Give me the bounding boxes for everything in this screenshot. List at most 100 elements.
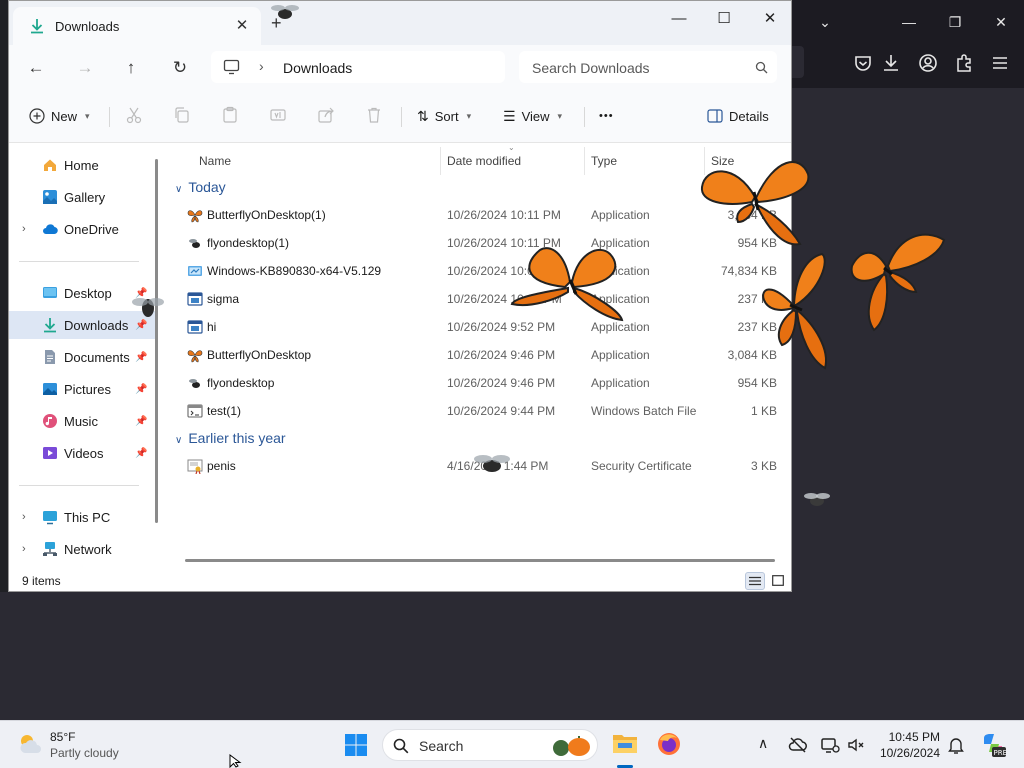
browser-restore-button[interactable]: ❐ [942, 10, 968, 34]
taskbar-search-box[interactable]: Search [382, 729, 598, 761]
copilot-icon[interactable]: PRE [980, 732, 1006, 758]
browser-minimize-button[interactable]: — [896, 10, 922, 34]
file-name: flyondesktop(1) [207, 236, 290, 250]
group-header-earlier[interactable]: ∨ Earlier this year [175, 430, 286, 446]
breadcrumb-chevron-icon[interactable]: › [259, 58, 264, 74]
rename-icon[interactable] [269, 106, 287, 124]
chevron-down-icon: ∨ [175, 184, 183, 195]
onedrive-sync-off-icon[interactable] [788, 735, 808, 755]
pin-icon[interactable]: 📌 [135, 384, 147, 395]
table-row[interactable]: sigma 10/26/2024 10:03 PM Application 237 K… [165, 285, 791, 313]
notification-bell-icon[interactable] [946, 735, 966, 755]
refresh-button[interactable]: ↻ [165, 55, 195, 81]
forward-button[interactable]: → [70, 55, 100, 81]
tab-downloads[interactable]: Downloads ✕ [13, 7, 261, 45]
start-windows-icon[interactable] [344, 733, 368, 757]
share-icon[interactable] [317, 106, 335, 124]
table-row[interactable]: flyondesktop(1) 10/26/2024 10:11 PM Applic… [165, 229, 791, 257]
table-row[interactable]: hi 10/26/2024 9:52 PM Application 237 KB [165, 313, 791, 341]
sidebar-item-pictures[interactable]: Pictures 📌 [9, 375, 157, 403]
pocket-icon[interactable] [852, 52, 874, 74]
group-header-today[interactable]: ∨ Today [175, 179, 226, 195]
pin-icon[interactable]: 📌 [135, 448, 147, 459]
browser-close-button[interactable]: ✕ [988, 10, 1014, 34]
sidebar-item-onedrive[interactable]: › OneDrive [9, 215, 157, 243]
close-button[interactable]: ✕ [750, 7, 790, 31]
search-input[interactable]: Search Downloads [519, 51, 777, 83]
column-header-type[interactable]: Type [591, 149, 617, 173]
pin-icon[interactable]: 📌 [135, 416, 147, 427]
column-header-date[interactable]: Date modified [447, 149, 521, 173]
table-row[interactable]: Windows-KB890830-x64-V5.129 10/26/2024 10… [165, 257, 791, 285]
volume-muted-icon[interactable] [846, 735, 866, 755]
clock-date[interactable]: 10/26/2024 [874, 746, 940, 760]
download-icon[interactable] [880, 52, 902, 74]
menu-icon[interactable] [989, 52, 1011, 74]
new-tab-button[interactable]: + [271, 13, 282, 34]
breadcrumb[interactable]: › Downloads [211, 51, 505, 83]
view-lines-icon: ☰ [503, 107, 516, 124]
sidebar-item-gallery[interactable]: Gallery [9, 183, 157, 211]
browser-tab-list-chevron-icon[interactable]: ⌄ [812, 10, 838, 34]
delete-icon[interactable] [365, 106, 383, 124]
sidebar-item-documents[interactable]: Documents 📌 [9, 343, 157, 371]
show-hidden-icons-chevron-icon[interactable]: ∧ [758, 735, 768, 752]
sidebar-item-downloads[interactable]: Downloads 📌 [9, 311, 157, 339]
horizontal-scrollbar[interactable] [185, 559, 775, 562]
file-explorer-taskbar-icon[interactable] [612, 731, 638, 755]
sidebar-item-desktop[interactable]: Desktop 📌 [9, 279, 157, 307]
extensions-icon[interactable] [953, 52, 975, 74]
breadcrumb-current[interactable]: Downloads [283, 60, 352, 76]
display-network-icon[interactable] [820, 735, 840, 755]
sidebar-item-this-pc[interactable]: › This PC [9, 503, 157, 531]
details-pane-button[interactable]: Details [707, 104, 769, 128]
tiles-view-button[interactable] [769, 572, 789, 590]
copy-icon[interactable] [173, 106, 191, 124]
file-name: sigma [207, 292, 240, 306]
new-button[interactable]: New ▾ [29, 104, 90, 128]
file-type: Application [591, 376, 650, 390]
chevron-right-icon[interactable]: › [22, 223, 26, 235]
account-icon[interactable] [917, 52, 939, 74]
sidebar-item-network[interactable]: › Network [9, 535, 157, 563]
tab-close-button[interactable]: ✕ [232, 17, 252, 35]
up-button[interactable]: ↑ [116, 55, 146, 81]
maximize-button[interactable]: ☐ [704, 7, 744, 31]
weather-temperature[interactable]: 85°F [50, 730, 75, 744]
navigation-scrollbar[interactable] [155, 159, 158, 523]
table-row[interactable]: flyondesktop 10/26/2024 9:46 PM Applicatio… [165, 369, 791, 397]
sidebar-item-music[interactable]: Music 📌 [9, 407, 157, 435]
pin-icon[interactable]: 📌 [135, 352, 147, 363]
sort-button[interactable]: ⇅ Sort ▾ [417, 104, 471, 128]
minimize-button[interactable]: — [659, 7, 699, 31]
file-explorer-window: Downloads ✕ + — ☐ ✕ ← → ↑ ↻ › Downloads … [8, 0, 792, 592]
cut-icon[interactable] [125, 106, 143, 124]
table-row[interactable]: test(1) 10/26/2024 9:44 PM Windows Batch F… [165, 397, 791, 425]
weather-description[interactable]: Partly cloudy [50, 746, 119, 760]
column-divider[interactable] [584, 147, 585, 175]
sidebar-item-home[interactable]: Home [9, 151, 157, 179]
column-divider[interactable] [704, 147, 705, 175]
details-view-button[interactable] [745, 572, 765, 590]
clock-time[interactable]: 10:45 PM [880, 730, 940, 744]
table-row[interactable]: penis 4/16/2024 1:44 PM Security Certifica… [165, 452, 791, 480]
back-button[interactable]: ← [21, 55, 51, 81]
view-button[interactable]: ☰ View ▾ [503, 104, 562, 128]
chevron-right-icon[interactable]: › [22, 543, 26, 555]
column-divider[interactable] [440, 147, 441, 175]
weather-partly-cloudy-icon[interactable] [16, 731, 44, 757]
table-row[interactable]: ButterflyOnDesktop 10/26/2024 9:46 PM Appl… [165, 341, 791, 369]
pin-icon[interactable]: 📌 [135, 288, 147, 299]
browser-url-bar[interactable] [792, 46, 804, 78]
chevron-right-icon[interactable]: › [22, 511, 26, 523]
paste-icon[interactable] [221, 106, 239, 124]
table-row[interactable]: ButterflyOnDesktop(1) 10/26/2024 10:11 PM… [165, 201, 791, 229]
column-header-name[interactable]: Name [199, 149, 231, 173]
gallery-icon [43, 190, 57, 204]
file-type: Application [591, 264, 650, 278]
more-options-button[interactable]: ••• [599, 104, 614, 128]
firefox-icon[interactable] [656, 731, 682, 757]
sidebar-item-videos[interactable]: Videos 📌 [9, 439, 157, 467]
column-header-size[interactable]: Size [711, 149, 734, 173]
pin-icon[interactable]: 📌 [135, 320, 147, 331]
